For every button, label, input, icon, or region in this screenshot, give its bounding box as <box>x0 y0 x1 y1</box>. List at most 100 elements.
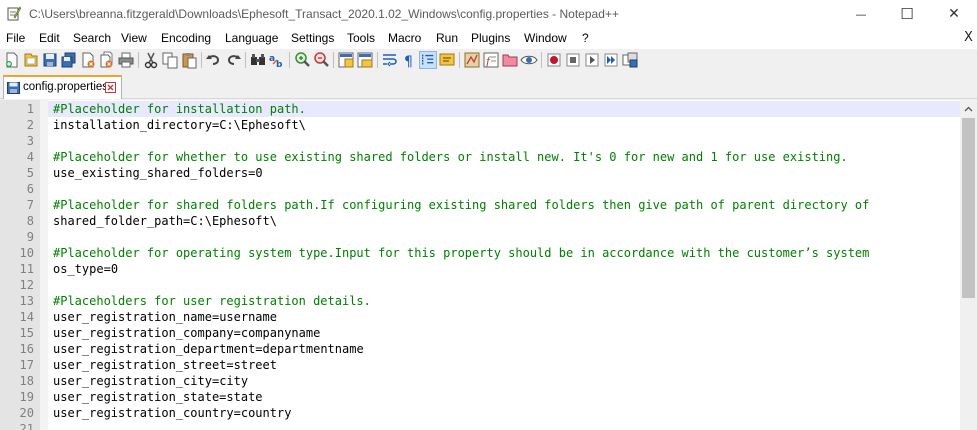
document-map-button[interactable] <box>463 51 481 69</box>
line-number: 16 <box>19 342 34 356</box>
code-line[interactable]: 20 user_registration_country=country <box>0 405 960 421</box>
line-number: 7 <box>26 198 34 212</box>
close-all-button[interactable] <box>98 51 116 69</box>
code-line[interactable]: 17 user_registration_street=street <box>0 357 960 373</box>
record-macro-button[interactable] <box>545 51 563 69</box>
code-line[interactable]: 5 use_existing_shared_folders=0 <box>0 165 960 181</box>
find-button[interactable] <box>249 51 267 69</box>
tab-config-properties[interactable]: config.properties <box>3 75 122 99</box>
show-all-characters-button[interactable]: ¶ <box>400 51 418 69</box>
save-icon <box>43 53 57 67</box>
svg-text:b: b <box>276 60 283 69</box>
vertical-scrollbar[interactable] <box>960 100 977 430</box>
title-bar[interactable]: C:\Users\breanna.fitzgerald\Downloads\Ep… <box>0 0 977 28</box>
line-content: #Placeholder for installation path. <box>48 101 960 117</box>
menu-tools[interactable]: Tools <box>347 31 375 45</box>
menu-plugins[interactable]: Plugins <box>471 31 510 45</box>
cut-button[interactable] <box>142 51 160 69</box>
menu-window[interactable]: Window <box>524 31 567 45</box>
maximize-button[interactable]: ☐ <box>884 0 930 28</box>
scroll-up-button[interactable] <box>960 100 977 117</box>
zoom-out-button[interactable] <box>312 51 330 69</box>
menu-run[interactable]: Run <box>436 31 458 45</box>
code-line[interactable]: 6 <box>0 181 960 197</box>
close-file-button[interactable] <box>79 51 97 69</box>
saved-document-icon <box>7 82 20 94</box>
code-line[interactable]: 21 <box>0 421 960 430</box>
menu-search[interactable]: Search <box>73 31 111 45</box>
new-file-button[interactable] <box>3 51 21 69</box>
indent-guide-button[interactable] <box>419 51 437 69</box>
replace-button[interactable]: ab <box>268 51 286 69</box>
code-line[interactable]: 11 os_type=0 <box>0 261 960 277</box>
sync-vertical-button[interactable] <box>337 51 355 69</box>
code-line[interactable]: 14 user_registration_name=username <box>0 309 960 325</box>
code-line[interactable]: 3 <box>0 133 960 149</box>
toolbar-separator <box>245 52 246 68</box>
code-line[interactable]: 7 #Placeholder for shared folders path.If… <box>0 197 960 213</box>
undo-button[interactable] <box>205 51 223 69</box>
word-wrap-icon <box>383 54 397 67</box>
language-icon <box>439 53 455 66</box>
menu-view[interactable]: View <box>121 31 147 45</box>
word-wrap-button[interactable] <box>381 51 399 69</box>
pilcrow-icon: ¶ <box>404 54 413 69</box>
paste-button[interactable] <box>180 51 198 69</box>
code-line[interactable]: 2 installation_directory=C:\Ephesoft\ <box>0 117 960 133</box>
menu-edit[interactable]: Edit <box>39 31 60 45</box>
tab-label: config.properties <box>23 81 109 93</box>
paste-icon <box>182 53 197 69</box>
line-number: 13 <box>19 294 34 308</box>
function-list-button[interactable]: f <box>482 51 500 69</box>
play-macro-button[interactable] <box>583 51 601 69</box>
close-all-icon <box>100 51 113 68</box>
code-line[interactable]: 19 user_registration_state=state <box>0 389 960 405</box>
toolbar-separator <box>201 52 202 68</box>
run-macro-multiple-button[interactable] <box>602 51 620 69</box>
code-line[interactable]: 9 <box>0 229 960 245</box>
menu-help[interactable]: ? <box>582 31 589 45</box>
menu-file[interactable]: File <box>6 31 25 45</box>
folder-as-workspace-button[interactable] <box>501 51 519 69</box>
save-macro-button[interactable] <box>621 51 639 69</box>
code-line[interactable]: 12 <box>0 277 960 293</box>
line-content: shared_folder_path=C:\Ephesoft\ <box>48 213 960 229</box>
menu-encoding[interactable]: Encoding <box>161 31 211 45</box>
code-line[interactable]: 10 #Placeholder for operating system type… <box>0 245 960 261</box>
stop-recording-button[interactable] <box>564 51 582 69</box>
property-value: companyname <box>240 326 321 340</box>
zoom-in-button[interactable] <box>293 51 311 69</box>
print-button[interactable] <box>117 51 135 69</box>
code-line[interactable]: 4 #Placeholder for whether to use existin… <box>0 149 960 165</box>
code-line[interactable]: 13 #Placeholders for user registration de… <box>0 293 960 309</box>
save-macro-icon <box>622 52 638 68</box>
save-all-button[interactable] <box>60 51 78 69</box>
menu-language[interactable]: Language <box>225 31 278 45</box>
close-tab-icon[interactable] <box>105 82 116 93</box>
code-line[interactable]: 15 user_registration_company=companyname <box>0 325 960 341</box>
toolbar-separator <box>333 52 334 68</box>
code-line[interactable]: 18 user_registration_city=city <box>0 373 960 389</box>
indent-guide-icon <box>422 54 434 66</box>
line-content: user_registration_name=username <box>48 309 960 325</box>
copy-button[interactable] <box>161 51 179 69</box>
redo-icon <box>227 55 241 65</box>
monitoring-button[interactable] <box>520 51 538 69</box>
chevron-up-icon <box>964 106 973 111</box>
close-document-button[interactable]: X <box>964 30 973 45</box>
menu-settings[interactable]: Settings <box>291 31 334 45</box>
close-window-button[interactable]: ✕ <box>931 0 977 28</box>
line-content: user_registration_country=country <box>48 405 960 421</box>
open-file-button[interactable] <box>22 51 40 69</box>
code-line[interactable]: 16 user_registration_department=departmen… <box>0 341 960 357</box>
save-button[interactable] <box>41 51 59 69</box>
sync-horizontal-button[interactable] <box>356 51 374 69</box>
editor-area[interactable]: 1 #Placeholder for installation path. 2 ins… <box>0 100 977 430</box>
language-button[interactable] <box>438 51 456 69</box>
redo-button[interactable] <box>224 51 242 69</box>
code-line[interactable]: 8 shared_folder_path=C:\Ephesoft\ <box>0 213 960 229</box>
menu-macro[interactable]: Macro <box>388 31 421 45</box>
minimize-button[interactable]: — <box>838 0 884 28</box>
code-line[interactable]: 1 #Placeholder for installation path. <box>0 101 960 117</box>
scrollbar-thumb[interactable] <box>962 118 975 298</box>
